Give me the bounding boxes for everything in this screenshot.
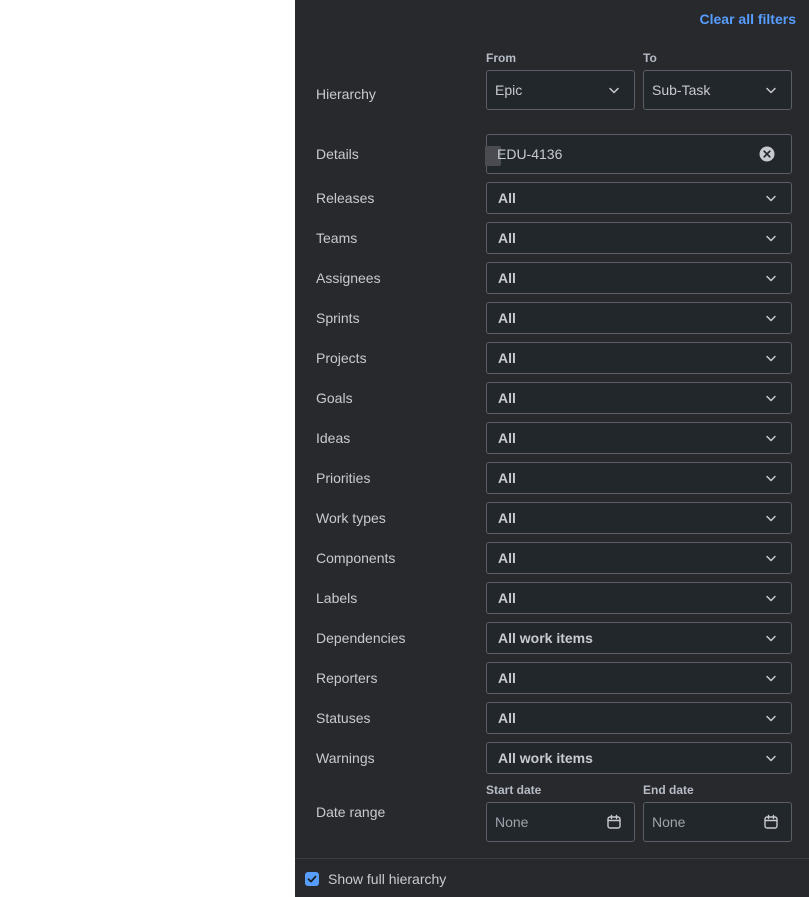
- chevron-down-icon: [609, 87, 619, 94]
- chevron-down-icon: [766, 755, 776, 762]
- details-input[interactable]: EDU-4136: [485, 134, 792, 174]
- show-full-hierarchy-label[interactable]: Show full hierarchy: [328, 871, 446, 887]
- filter-label-releases: Releases: [316, 190, 375, 206]
- filter-label-dependencies: Dependencies: [316, 630, 406, 646]
- filter-label-assignees: Assignees: [316, 270, 381, 286]
- filter-select-statuses[interactable]: All: [486, 702, 792, 734]
- filter-select-reporters[interactable]: All: [486, 662, 792, 694]
- checkmark-icon: [307, 875, 317, 883]
- chevron-down-icon: [766, 235, 776, 242]
- filter-value: All: [498, 310, 516, 326]
- filter-value: All: [498, 710, 516, 726]
- chevron-down-icon: [766, 555, 776, 562]
- filter-value: All: [498, 230, 516, 246]
- filter-label-ideas: Ideas: [316, 430, 351, 446]
- filter-label-statuses: Statuses: [316, 710, 371, 726]
- chevron-down-icon: [766, 275, 776, 282]
- filter-select-warnings[interactable]: All work items: [486, 742, 792, 774]
- chevron-down-icon: [766, 595, 776, 602]
- filter-value: All: [498, 350, 516, 366]
- filter-value: All: [498, 670, 516, 686]
- chevron-down-icon: [766, 315, 776, 322]
- details-value: EDU-4136: [497, 146, 563, 162]
- filter-value: All: [498, 510, 516, 526]
- filter-value: All work items: [498, 630, 593, 646]
- clear-input-icon[interactable]: [759, 146, 775, 162]
- filter-value: All: [498, 190, 516, 206]
- filter-label-warnings: Warnings: [316, 750, 375, 766]
- filter-label-labels: Labels: [316, 590, 358, 606]
- clear-all-filters-link[interactable]: Clear all filters: [700, 11, 797, 27]
- hierarchy-from-value: Epic: [495, 82, 523, 98]
- filter-value: All: [498, 470, 516, 486]
- details-label: Details: [316, 146, 359, 162]
- footer-divider: [295, 858, 809, 859]
- filter-label-work-types: Work types: [316, 510, 386, 526]
- end-date-value: None: [652, 814, 686, 830]
- filter-value: All: [498, 590, 516, 606]
- hierarchy-from-select[interactable]: Epic: [486, 70, 635, 110]
- filter-label-reporters: Reporters: [316, 670, 378, 686]
- date-range-label: Date range: [316, 804, 386, 820]
- calendar-icon: [764, 814, 778, 829]
- filter-value: All: [498, 550, 516, 566]
- chevron-down-icon: [766, 635, 776, 642]
- hierarchy-label: Hierarchy: [316, 86, 376, 102]
- end-date-picker[interactable]: None: [643, 802, 792, 842]
- filter-select-components[interactable]: All: [486, 542, 792, 574]
- start-date-label: Start date: [486, 783, 542, 797]
- show-full-hierarchy-checkbox[interactable]: [305, 872, 319, 886]
- filter-value: All: [498, 430, 516, 446]
- hierarchy-from-label: From: [486, 51, 516, 65]
- filter-select-releases[interactable]: All: [486, 182, 792, 214]
- filter-select-labels[interactable]: All: [486, 582, 792, 614]
- filter-select-sprints[interactable]: All: [486, 302, 792, 334]
- filters-panel: Clear all filters From To Hierarchy Epic…: [295, 0, 809, 897]
- chevron-down-icon: [766, 675, 776, 682]
- filter-label-projects: Projects: [316, 350, 367, 366]
- filter-select-teams[interactable]: All: [486, 222, 792, 254]
- hierarchy-to-select[interactable]: Sub-Task: [643, 70, 792, 110]
- filter-select-dependencies[interactable]: All work items: [486, 622, 792, 654]
- start-date-value: None: [495, 814, 529, 830]
- chevron-down-icon: [766, 475, 776, 482]
- filter-select-goals[interactable]: All: [486, 382, 792, 414]
- chevron-down-icon: [766, 395, 776, 402]
- chevron-down-icon: [766, 195, 776, 202]
- filter-select-projects[interactable]: All: [486, 342, 792, 374]
- filter-label-teams: Teams: [316, 230, 358, 246]
- chevron-down-icon: [766, 515, 776, 522]
- hierarchy-to-value: Sub-Task: [652, 82, 711, 98]
- calendar-icon: [607, 814, 621, 829]
- end-date-label: End date: [643, 783, 694, 797]
- chevron-down-icon: [766, 355, 776, 362]
- filter-select-priorities[interactable]: All: [486, 462, 792, 494]
- chevron-down-icon: [766, 435, 776, 442]
- filter-value: All: [498, 270, 516, 286]
- chevron-down-icon: [766, 87, 776, 94]
- filter-select-assignees[interactable]: All: [486, 262, 792, 294]
- chevron-down-icon: [766, 715, 776, 722]
- filter-label-sprints: Sprints: [316, 310, 360, 326]
- start-date-picker[interactable]: None: [486, 802, 635, 842]
- filter-label-components: Components: [316, 550, 396, 566]
- filter-select-work-types[interactable]: All: [486, 502, 792, 534]
- filter-label-priorities: Priorities: [316, 470, 371, 486]
- filter-select-ideas[interactable]: All: [486, 422, 792, 454]
- filter-value: All: [498, 390, 516, 406]
- filter-label-goals: Goals: [316, 390, 353, 406]
- filter-value: All work items: [498, 750, 593, 766]
- hierarchy-to-label: To: [643, 51, 657, 65]
